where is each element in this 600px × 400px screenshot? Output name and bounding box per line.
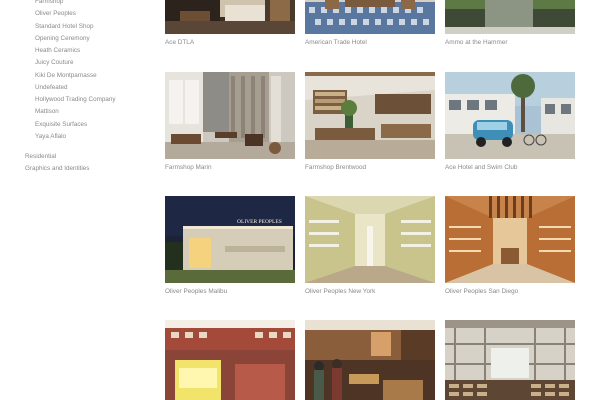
project-thumbnail[interactable] (165, 72, 295, 159)
sidebar-item-standard-hotel-shop[interactable]: Standard Hotel Shop (35, 21, 116, 33)
project-caption[interactable]: Oliver Peoples San Diego (445, 288, 518, 295)
farmshop-brentwood-photo (305, 72, 435, 159)
project-tile-oliver-peoples-malibu[interactable]: OLIVER PEOPLES Oliver Peoples Malibu (165, 196, 295, 295)
project-thumbnail[interactable] (305, 0, 435, 34)
sidebar-item-residential[interactable]: Residential (25, 151, 89, 163)
row4-photo-3 (445, 320, 575, 400)
malibu-sign-text: OLIVER PEOPLES (237, 219, 282, 225)
sidebar-item-yaya-aflalo[interactable]: Yaya Aflalo (35, 131, 116, 143)
farmshop-marin-photo (165, 72, 295, 159)
project-thumbnail[interactable] (445, 72, 575, 159)
project-thumbnail[interactable] (165, 320, 295, 400)
ammo-photo (445, 0, 575, 34)
ace-dtla-photo (165, 0, 295, 34)
project-tile-ace-hotel-swim-club[interactable]: Ace Hotel and Swim Club (445, 72, 575, 171)
project-caption[interactable]: Farmshop Brentwood (305, 164, 366, 171)
sidebar-item-opening-ceremony[interactable]: Opening Ceremony (35, 33, 116, 45)
row4-photo-1 (165, 320, 295, 400)
row4-photo-2 (305, 320, 435, 400)
project-caption[interactable]: Ace Hotel and Swim Club (445, 164, 517, 171)
project-tile-american-trade-hotel[interactable]: American Trade Hotel (305, 0, 435, 46)
sidebar-item-farmshop[interactable]: Farmshop (35, 0, 116, 8)
project-tile-oliver-peoples-new-york[interactable]: Oliver Peoples New York (305, 196, 435, 295)
project-thumbnail[interactable]: OLIVER PEOPLES (165, 196, 295, 283)
project-thumbnail[interactable] (445, 320, 575, 400)
sidebar-item-undefeated[interactable]: Undefeated (35, 82, 116, 94)
project-thumbnail[interactable] (305, 72, 435, 159)
project-tile-row4-1[interactable] (165, 320, 295, 400)
project-tile-farmshop-brentwood[interactable]: Farmshop Brentwood (305, 72, 435, 171)
category-list: Residential Graphics and Identities (25, 151, 89, 176)
project-caption[interactable]: Farmshop Marin (165, 164, 212, 171)
sidebar-item-oliver-peoples[interactable]: Oliver Peoples (35, 8, 116, 20)
oliver-peoples-malibu-photo: OLIVER PEOPLES (165, 196, 295, 283)
project-caption[interactable]: Oliver Peoples Malibu (165, 288, 227, 295)
project-thumbnail[interactable] (445, 196, 575, 283)
page: Farmshop Oliver Peoples Standard Hotel S… (0, 0, 600, 400)
project-tile-ammo-at-the-hammer[interactable]: Ammo at the Hammer (445, 0, 575, 46)
sidebar-nav: Farmshop Oliver Peoples Standard Hotel S… (0, 0, 160, 400)
project-thumbnail[interactable] (165, 0, 295, 34)
oliver-peoples-new-york-photo (305, 196, 435, 283)
project-thumbnail[interactable] (305, 196, 435, 283)
project-tile-farmshop-marin[interactable]: Farmshop Marin (165, 72, 295, 171)
project-tile-ace-dtla[interactable]: Ace DTLA (165, 0, 295, 46)
sidebar-item-hollywood-trading-company[interactable]: Hollywood Trading Company (35, 94, 116, 106)
sidebar-item-exquisite-surfaces[interactable]: Exquisite Surfaces (35, 119, 116, 131)
project-caption[interactable]: Ace DTLA (165, 39, 194, 46)
sidebar-item-heath-ceramics[interactable]: Heath Ceramics (35, 45, 116, 57)
oliver-peoples-san-diego-photo (445, 196, 575, 283)
project-caption[interactable]: American Trade Hotel (305, 39, 367, 46)
american-trade-hotel-photo (305, 0, 435, 34)
sidebar-item-mattison[interactable]: Mattison (35, 106, 116, 118)
project-tile-row4-2[interactable] (305, 320, 435, 400)
project-caption[interactable]: Oliver Peoples New York (305, 288, 375, 295)
ace-hotel-swim-club-photo (445, 72, 575, 159)
sidebar-item-kiki-de-montparnasse[interactable]: Kiki De Montparnasse (35, 70, 116, 82)
sidebar-item-graphics-and-identities[interactable]: Graphics and Identities (25, 163, 89, 175)
project-thumbnail[interactable] (445, 0, 575, 34)
project-caption[interactable]: Ammo at the Hammer (445, 39, 508, 46)
retail-sub-list: Farmshop Oliver Peoples Standard Hotel S… (35, 0, 116, 143)
project-tile-row4-3[interactable] (445, 320, 575, 400)
sidebar-item-juicy-couture[interactable]: Juicy Couture (35, 57, 116, 69)
project-thumbnail[interactable] (305, 320, 435, 400)
project-tile-oliver-peoples-san-diego[interactable]: Oliver Peoples San Diego (445, 196, 575, 295)
